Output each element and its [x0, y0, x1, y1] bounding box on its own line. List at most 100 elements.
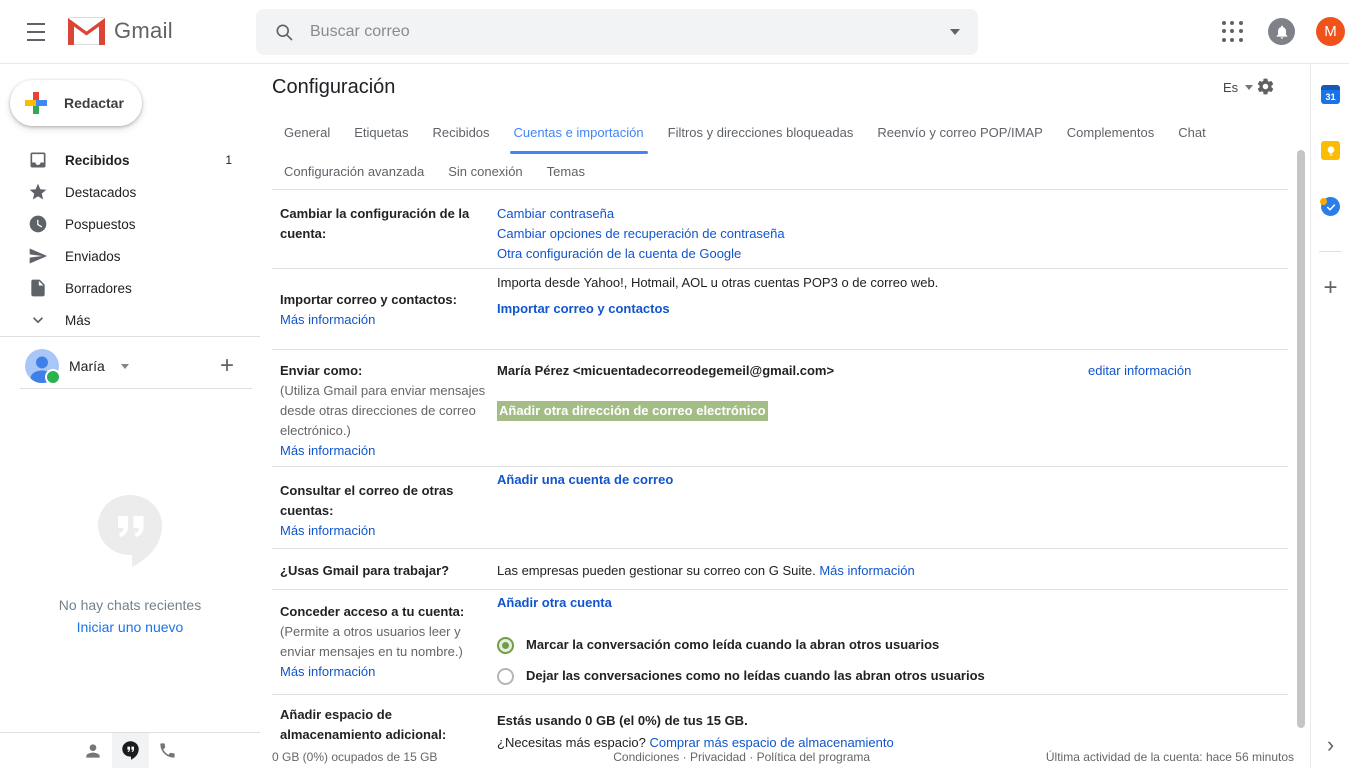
hangouts-bubble-icon: [97, 494, 163, 568]
tab-chat[interactable]: Chat: [1174, 110, 1209, 154]
opciones-recuperacion-link[interactable]: Cambiar opciones de recuperación de cont…: [497, 226, 785, 241]
profile-caret-icon[interactable]: [121, 364, 129, 369]
radio-label: Marcar la conversación como leída cuando…: [526, 635, 939, 655]
star-icon: [28, 182, 48, 202]
sidebar-item-label: Destacados: [65, 185, 232, 200]
import-description: Importa desde Yahoo!, Hotmail, AOL u otr…: [497, 273, 1288, 293]
row-cambiar-configuracion: Cambiar la configuración de la cuenta: C…: [272, 190, 1288, 269]
search-options-caret-icon[interactable]: [950, 29, 960, 35]
calendar-icon[interactable]: 31: [1311, 85, 1349, 104]
left-sidebar: Redactar Recibidos 1 Destacados Pospuest…: [0, 64, 260, 768]
tab-complementos[interactable]: Complementos: [1063, 110, 1158, 154]
tab-etiquetas[interactable]: Etiquetas: [350, 110, 412, 154]
start-new-chat-link[interactable]: Iniciar uno nuevo: [0, 619, 260, 635]
language-caret-icon: [1245, 85, 1253, 90]
sidebar-item-label: Enviados: [65, 249, 232, 264]
keep-icon[interactable]: [1311, 141, 1349, 160]
work-text: Las empresas pueden gestionar su correo …: [497, 563, 816, 578]
sidebar-item-label: Recibidos: [65, 153, 225, 168]
sidebar-divider: [0, 336, 260, 337]
mas-informacion-link[interactable]: Más información: [819, 563, 914, 578]
tab-recibidos[interactable]: Recibidos: [428, 110, 493, 154]
sidebar-item-pospuestos[interactable]: Pospuestos: [0, 208, 260, 240]
editar-informacion-link[interactable]: editar información: [1088, 363, 1191, 378]
mas-informacion-link[interactable]: Más información: [280, 312, 375, 327]
new-conversation-plus-icon[interactable]: +: [220, 354, 234, 378]
comprar-espacio-link[interactable]: Comprar más espacio de almacenamiento: [649, 735, 893, 750]
tasks-icon[interactable]: [1311, 197, 1349, 216]
tab-temas[interactable]: Temas: [543, 154, 589, 189]
send-as-identity: María Pérez <micuentadecorreodegemeil@gm…: [497, 361, 834, 381]
sidebar-item-mas[interactable]: Más: [0, 304, 260, 336]
sidebar-item-recibidos[interactable]: Recibidos 1: [0, 144, 260, 176]
sidebar-item-label: Más: [65, 313, 232, 328]
compose-plus-icon: [25, 92, 47, 114]
radio-label: Dejar las conversaciones como no leídas …: [526, 666, 985, 686]
anadir-otra-cuenta-link[interactable]: Añadir otra cuenta: [497, 595, 612, 610]
unread-count: 1: [225, 153, 232, 167]
row-label: ¿Usas Gmail para trabajar?: [280, 563, 449, 578]
anadir-cuenta-correo-link[interactable]: Añadir una cuenta de correo: [497, 472, 673, 487]
sidebar-divider: [20, 388, 252, 389]
gmail-logo-text: Gmail: [114, 18, 173, 44]
compose-button[interactable]: Redactar: [10, 80, 142, 126]
tab-filtros-y-direcciones-bloqueadas[interactable]: Filtros y direcciones bloqueadas: [664, 110, 858, 154]
contacts-person-icon[interactable]: [75, 733, 112, 768]
tab-cuentas-e-importacion[interactable]: Cuentas e importación: [510, 110, 648, 154]
radio-unselected[interactable]: [497, 668, 514, 685]
row-enviar-como: Enviar como: (Utiliza Gmail para enviar …: [272, 350, 1288, 467]
radio-option-dejar-no-leidas: Dejar las conversaciones como no leídas …: [497, 666, 1288, 686]
profile-avatar[interactable]: [25, 349, 59, 383]
settings-rows: Cambiar la configuración de la cuenta: C…: [272, 190, 1288, 777]
radio-selected[interactable]: [497, 637, 514, 654]
cambiar-contrasena-link[interactable]: Cambiar contraseña: [497, 206, 614, 221]
footer-last-activity: Última actividad de la cuenta: hace 56 m…: [1046, 750, 1294, 764]
hangouts-tab-icon[interactable]: [112, 733, 149, 768]
mas-informacion-link[interactable]: Más información: [280, 523, 375, 538]
sidebar-item-enviados[interactable]: Enviados: [0, 240, 260, 272]
language-selector[interactable]: Es: [1223, 80, 1253, 95]
row-label: Importar correo y contactos:: [280, 290, 497, 310]
row-note: (Utiliza Gmail para enviar mensajes desd…: [280, 381, 497, 441]
tab-sin-conexion[interactable]: Sin conexión: [444, 154, 526, 189]
sidebar-item-borradores[interactable]: Borradores: [0, 272, 260, 304]
importar-correo-contactos-link[interactable]: Importar correo y contactos: [497, 301, 670, 316]
tab-configuracion-avanzada[interactable]: Configuración avanzada: [280, 154, 428, 189]
anadir-otra-direccion-link[interactable]: Añadir otra dirección de correo electrón…: [497, 401, 768, 421]
row-consultar-correo: Consultar el correo de otras cuentas: Má…: [272, 467, 1288, 549]
rail-divider: [1319, 251, 1342, 252]
search-input[interactable]: [308, 22, 950, 42]
footer-storage-text: 0 GB (0%) ocupados de 15 GB: [272, 750, 437, 764]
mas-informacion-link[interactable]: Más información: [280, 443, 375, 458]
sidebar-footer: [0, 732, 260, 768]
search-icon[interactable]: [274, 22, 294, 42]
row-label: Añadir espacio de almacenamiento adicion…: [280, 707, 446, 742]
gear-icon[interactable]: [1256, 77, 1275, 96]
sidebar-item-destacados[interactable]: Destacados: [0, 176, 260, 208]
sidebar-item-label: Pospuestos: [65, 217, 232, 232]
search-bar[interactable]: [256, 9, 978, 55]
sidebar-item-label: Borradores: [65, 281, 232, 296]
tab-general[interactable]: General: [280, 110, 334, 154]
presence-dot: [45, 369, 61, 385]
row-label: Cambiar la configuración de la cuenta:: [280, 206, 469, 241]
page-title: Configuración: [272, 76, 395, 99]
hide-panel-chevron-icon[interactable]: ›: [1311, 734, 1349, 756]
main-menu-icon[interactable]: [24, 21, 48, 43]
gmail-envelope-icon: [68, 17, 105, 45]
scrollbar-thumb[interactable]: [1297, 150, 1305, 728]
notifications-bell-icon[interactable]: [1268, 18, 1295, 45]
settings-tabs: General Etiquetas Recibidos Cuentas e im…: [272, 110, 1288, 190]
account-avatar[interactable]: M: [1316, 17, 1345, 46]
mas-informacion-link[interactable]: Más información: [280, 664, 375, 679]
tab-reenvio-y-correo-pop-imap[interactable]: Reenvío y correo POP/IMAP: [873, 110, 1046, 154]
google-apps-icon[interactable]: [1222, 21, 1244, 43]
phone-call-icon[interactable]: [149, 733, 186, 768]
row-label: Consultar el correo de otras cuentas:: [280, 481, 497, 521]
row-espacio-almacenamiento: Añadir espacio de almacenamiento adicion…: [272, 695, 1288, 777]
get-addons-plus-icon[interactable]: +: [1311, 276, 1349, 300]
footer-legal-links[interactable]: Condiciones · Privacidad · Política del …: [437, 750, 1045, 764]
row-label: Conceder acceso a tu cuenta:: [280, 602, 497, 622]
otra-configuracion-link[interactable]: Otra configuración de la cuenta de Googl…: [497, 246, 741, 261]
folder-nav: Recibidos 1 Destacados Pospuestos Enviad…: [0, 144, 260, 336]
